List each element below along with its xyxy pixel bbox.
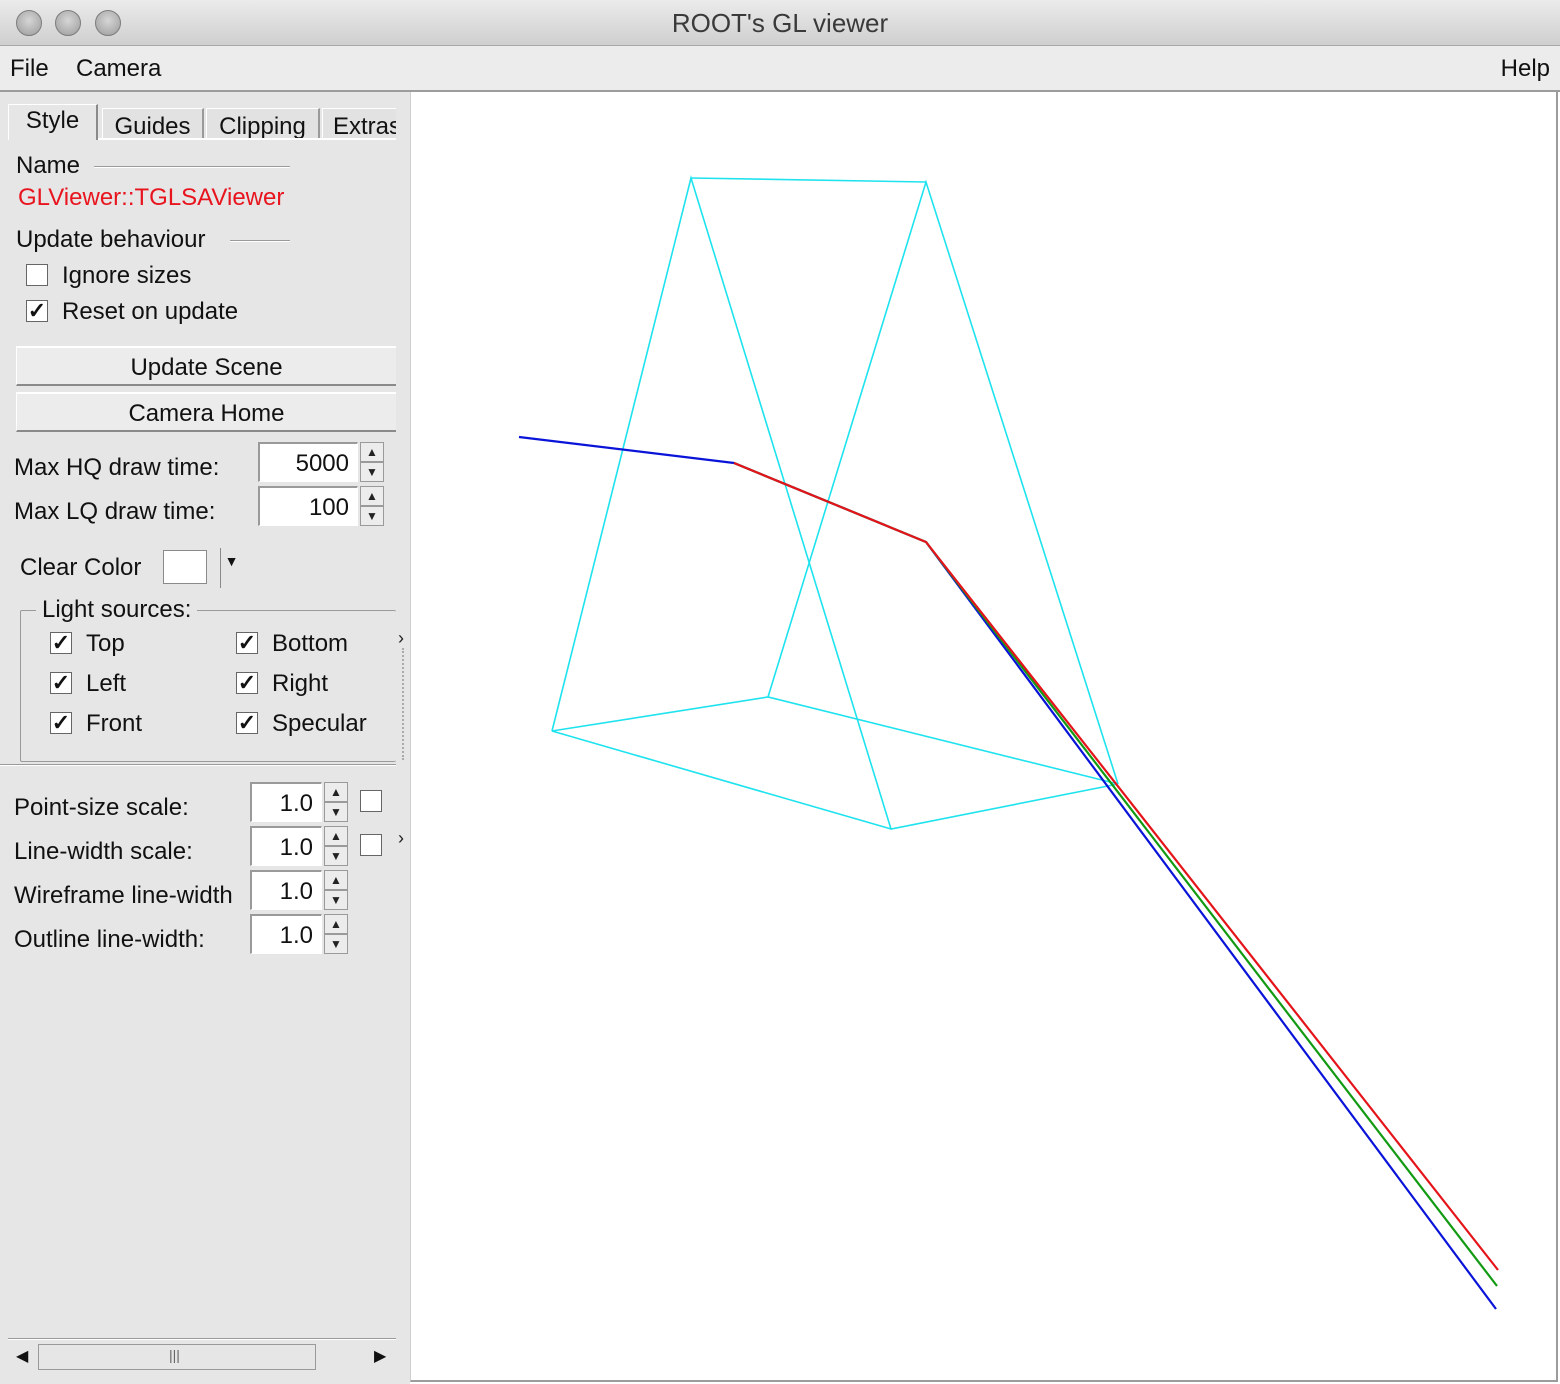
scroll-right-arrow-icon[interactable]: ▶ <box>374 1346 386 1366</box>
ignore-sizes-label: Ignore sizes <box>62 262 192 289</box>
update-behaviour-label: Update behaviour <box>16 226 206 253</box>
outline-line-width-label: Outline line-width: <box>14 926 205 953</box>
max-hq-input[interactable]: 5000 <box>258 442 358 482</box>
wireframe-line-width-stepper: ▲ ▼ <box>324 870 348 910</box>
menu-file[interactable]: File <box>10 55 49 83</box>
chevron-right-icon[interactable]: › <box>398 828 404 849</box>
increment-arrow-icon[interactable]: ▲ <box>324 826 348 846</box>
light-specular-checkbox[interactable]: ✓ <box>236 712 258 734</box>
light-front-checkbox[interactable]: ✓ <box>50 712 72 734</box>
tab-guides[interactable]: Guides <box>102 108 204 140</box>
increment-arrow-icon[interactable]: ▲ <box>324 914 348 934</box>
wireframe-line-width-input[interactable]: 1.0 <box>250 870 322 910</box>
increment-arrow-icon[interactable]: ▲ <box>324 870 348 890</box>
reset-on-update-label: Reset on update <box>62 298 239 325</box>
increment-arrow-icon[interactable]: ▲ <box>360 486 384 506</box>
increment-arrow-icon[interactable]: ▲ <box>360 442 384 462</box>
light-bottom-label: Bottom <box>272 630 349 657</box>
panel-divider <box>402 648 404 760</box>
tab-style[interactable]: Style <box>8 104 98 140</box>
light-right-label: Right <box>272 670 329 697</box>
max-lq-input[interactable]: 100 <box>258 486 358 526</box>
prism-top-edge <box>690 177 927 183</box>
tab-extras[interactable]: Extras <box>322 108 396 140</box>
chevron-right-icon[interactable]: › <box>398 628 404 649</box>
clear-color-label: Clear Color <box>20 554 142 581</box>
light-left-label: Left <box>86 670 127 697</box>
decrement-arrow-icon[interactable]: ▼ <box>324 890 348 910</box>
lights-separator <box>0 764 396 766</box>
menu-help[interactable]: Help <box>1501 55 1550 83</box>
grip-icon: ||| <box>169 1347 180 1363</box>
menu-bar: File Camera Help <box>0 46 1560 92</box>
line-width-scale-label: Line-width scale: <box>14 838 193 865</box>
point-size-scale-input[interactable]: 1.0 <box>250 782 322 822</box>
scrollbar-thumb[interactable]: ||| <box>38 1344 316 1370</box>
gl-viewport[interactable] <box>410 92 1558 1382</box>
scene-canvas <box>518 175 1499 1310</box>
decrement-arrow-icon[interactable]: ▼ <box>324 934 348 954</box>
name-separator <box>94 166 290 168</box>
tab-underline <box>98 138 396 140</box>
max-lq-label: Max LQ draw time: <box>14 498 216 525</box>
point-size-scale-stepper: ▲ ▼ <box>324 782 348 822</box>
decrement-arrow-icon[interactable]: ▼ <box>324 802 348 822</box>
prism-right-face <box>767 179 1119 785</box>
light-top-checkbox[interactable]: ✓ <box>50 632 72 654</box>
line-width-checkbox[interactable] <box>360 834 382 856</box>
blue-ray <box>518 435 1497 1310</box>
max-hq-stepper: ▲ ▼ <box>360 442 384 482</box>
point-size-scale-label: Point-size scale: <box>14 794 189 821</box>
decrement-arrow-icon[interactable]: ▼ <box>360 506 384 526</box>
line-width-scale-stepper: ▲ ▼ <box>324 826 348 866</box>
prism-left-face <box>551 175 892 830</box>
reset-on-update-checkbox[interactable]: ✓ <box>26 300 48 322</box>
light-specular-label: Specular <box>272 710 367 737</box>
ignore-sizes-checkbox[interactable] <box>26 264 48 286</box>
window-title: ROOT's GL viewer <box>671 8 889 38</box>
light-right-checkbox[interactable]: ✓ <box>236 672 258 694</box>
prism-base <box>551 696 1119 830</box>
update-behaviour-separator <box>230 240 290 242</box>
decrement-arrow-icon[interactable]: ▼ <box>324 846 348 866</box>
clear-color-swatch[interactable] <box>163 550 207 584</box>
light-rays <box>518 435 1499 1310</box>
viewer-name: GLViewer::TGLSAViewer <box>18 184 285 211</box>
line-width-scale-input[interactable]: 1.0 <box>250 826 322 866</box>
light-left-checkbox[interactable]: ✓ <box>50 672 72 694</box>
increment-arrow-icon[interactable]: ▲ <box>324 782 348 802</box>
style-panel: Style Guides Clipping Extras Name GLView… <box>0 92 410 1384</box>
wireframe-line-width-label: Wireframe line-width <box>14 882 233 909</box>
max-lq-stepper: ▲ ▼ <box>360 486 384 526</box>
outline-line-width-stepper: ▲ ▼ <box>324 914 348 954</box>
decrement-arrow-icon[interactable]: ▼ <box>360 462 384 482</box>
update-scene-button[interactable]: Update Scene <box>16 346 396 386</box>
camera-home-button[interactable]: Camera Home <box>16 392 396 432</box>
outline-line-width-input[interactable]: 1.0 <box>250 914 322 954</box>
green-ray <box>733 461 1498 1287</box>
point-size-checkbox[interactable] <box>360 790 382 812</box>
light-front-label: Front <box>86 710 143 737</box>
horizontal-scrollbar[interactable]: ◀ ||| ▶ <box>8 1340 396 1374</box>
menu-camera[interactable]: Camera <box>76 55 161 83</box>
red-ray <box>733 461 1499 1271</box>
name-label: Name <box>16 152 81 179</box>
light-bottom-checkbox[interactable]: ✓ <box>236 632 258 654</box>
title-bar: ROOT's GL viewer <box>0 0 1560 46</box>
tab-bar: Style Guides Clipping Extras <box>8 104 396 140</box>
chevron-down-icon[interactable]: ▼ <box>220 548 242 588</box>
scroll-left-arrow-icon[interactable]: ◀ <box>16 1346 28 1366</box>
light-top-label: Top <box>86 630 125 657</box>
light-sources-label: Light sources: <box>36 596 198 624</box>
max-hq-label: Max HQ draw time: <box>14 454 220 481</box>
tab-clipping[interactable]: Clipping <box>206 108 320 140</box>
